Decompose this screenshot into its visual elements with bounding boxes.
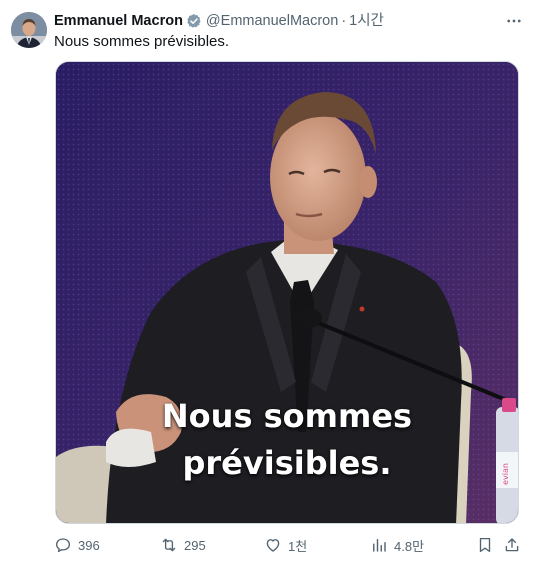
timestamp[interactable]: 1시간	[349, 11, 384, 31]
repost-button[interactable]: 295	[160, 534, 206, 556]
bookmark-button[interactable]	[476, 534, 494, 556]
like-icon	[266, 539, 280, 552]
reply-count: 396	[78, 537, 100, 553]
like-count: 1천	[288, 538, 308, 554]
tweet-header: Emmanuel Macron @EmmanuelMacron · 1시간	[54, 11, 525, 31]
display-name[interactable]: Emmanuel Macron	[54, 11, 183, 31]
reply-button[interactable]: 396	[54, 534, 100, 556]
share-icon	[505, 538, 519, 552]
avatar[interactable]	[11, 12, 47, 48]
separator: ·	[341, 13, 347, 29]
handle[interactable]: @EmmanuelMacron	[206, 11, 338, 31]
repost-count: 295	[184, 537, 206, 553]
media-caption-line2: prévisibles.	[182, 444, 392, 482]
views-icon	[373, 539, 386, 552]
repost-icon	[162, 538, 176, 552]
bookmark-icon	[479, 537, 491, 553]
like-button[interactable]: 1천	[264, 534, 307, 556]
verified-badge-icon	[186, 13, 202, 29]
tweet-media[interactable]: evian Nous sommes prévisibles.	[55, 61, 519, 524]
more-icon[interactable]	[503, 11, 525, 31]
views-count: 4.8만	[394, 538, 425, 554]
tweet-text: Nous sommes prévisibles.	[54, 33, 230, 50]
media-caption-line1: Nous sommes	[161, 397, 413, 435]
share-button[interactable]	[503, 534, 521, 556]
reply-icon	[55, 538, 71, 553]
tweet[interactable]: Emmanuel Macron @EmmanuelMacron · 1시간 No…	[0, 0, 535, 567]
views-button[interactable]: 4.8만	[370, 534, 424, 556]
action-bar: 396 295 1천 4.8만	[54, 534, 524, 556]
